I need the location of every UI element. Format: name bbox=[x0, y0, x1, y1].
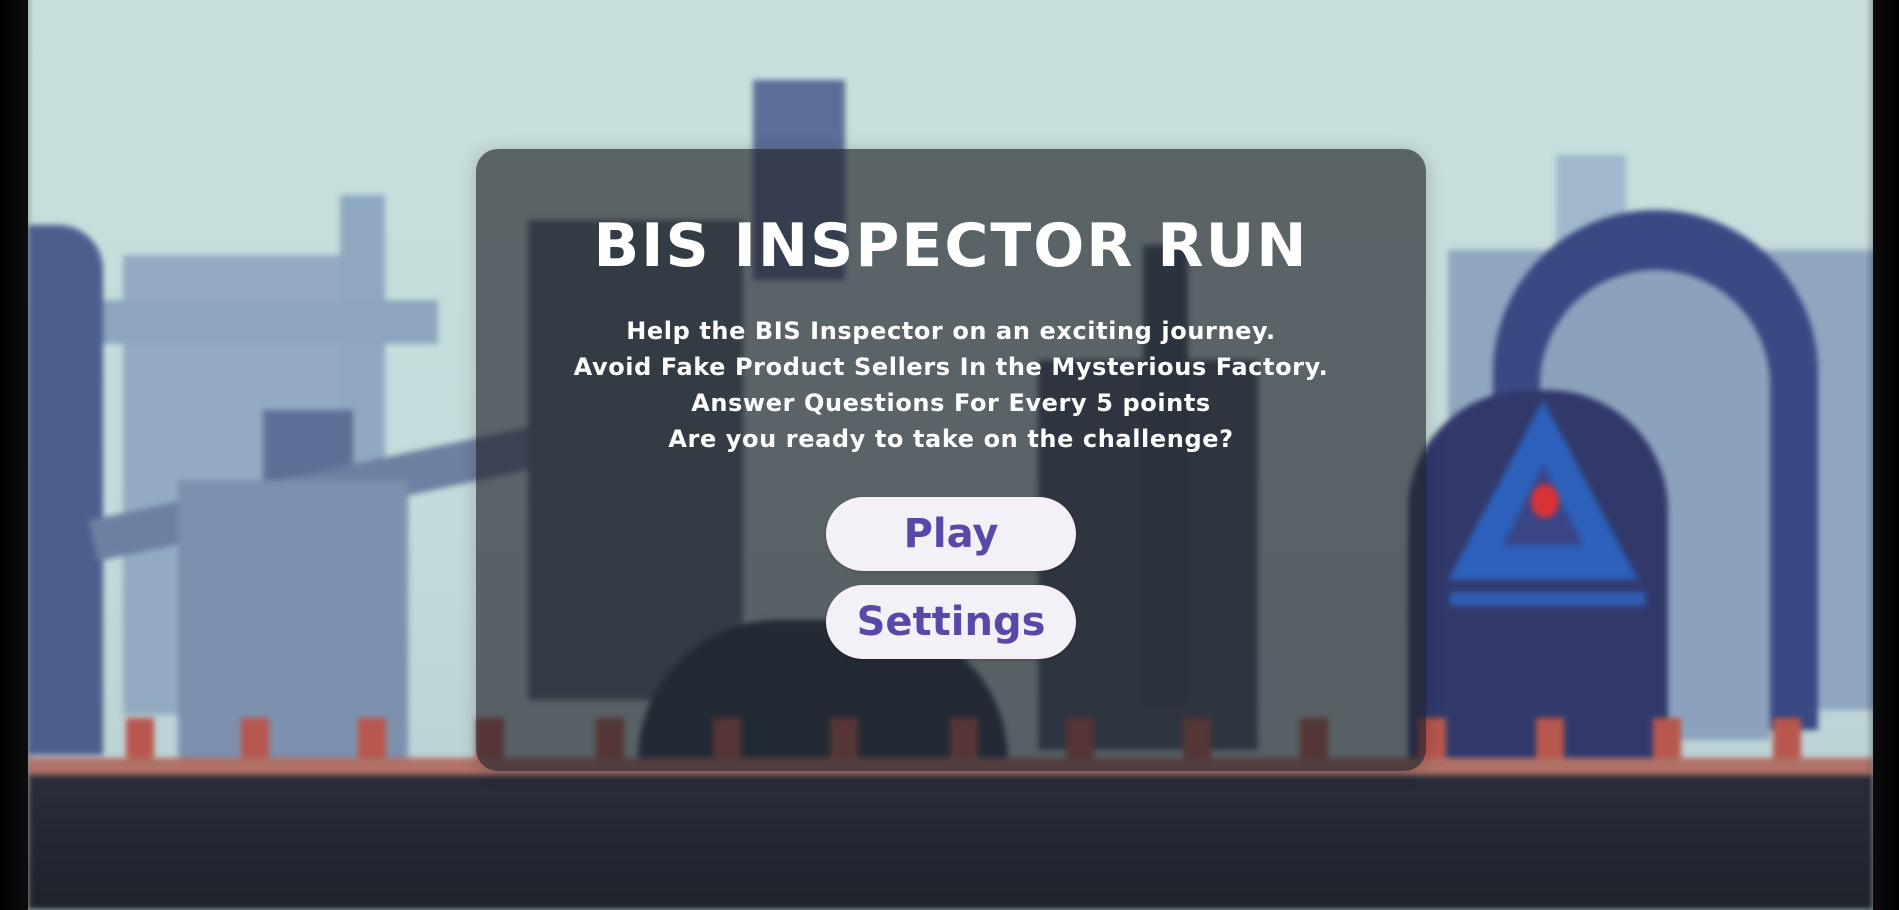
game-title: BIS INSPECTOR RUN bbox=[593, 211, 1309, 281]
background-pipe bbox=[88, 300, 438, 344]
description-line: Help the BIS Inspector on an exciting jo… bbox=[626, 317, 1276, 345]
left-arch bbox=[28, 225, 103, 755]
description-line: Answer Questions For Every 5 points bbox=[691, 389, 1211, 417]
description-line: Avoid Fake Product Sellers In the Myster… bbox=[573, 353, 1329, 381]
main-menu-panel: BIS INSPECTOR RUN Help the BIS Inspector… bbox=[476, 149, 1426, 771]
game-description: Help the BIS Inspector on an exciting jo… bbox=[476, 313, 1426, 457]
right-screen-vignette bbox=[1865, 0, 1899, 910]
blue-stripe bbox=[1450, 592, 1645, 606]
description-line: Are you ready to take on the challenge? bbox=[668, 425, 1234, 453]
settings-button[interactable]: Settings bbox=[826, 585, 1076, 659]
left-screen-vignette bbox=[0, 0, 34, 910]
game-menu-screen: BIS INSPECTOR RUN Help the BIS Inspector… bbox=[0, 0, 1899, 910]
play-button[interactable]: Play bbox=[826, 497, 1076, 571]
ground bbox=[28, 775, 1873, 910]
red-signal-light bbox=[1531, 484, 1559, 518]
